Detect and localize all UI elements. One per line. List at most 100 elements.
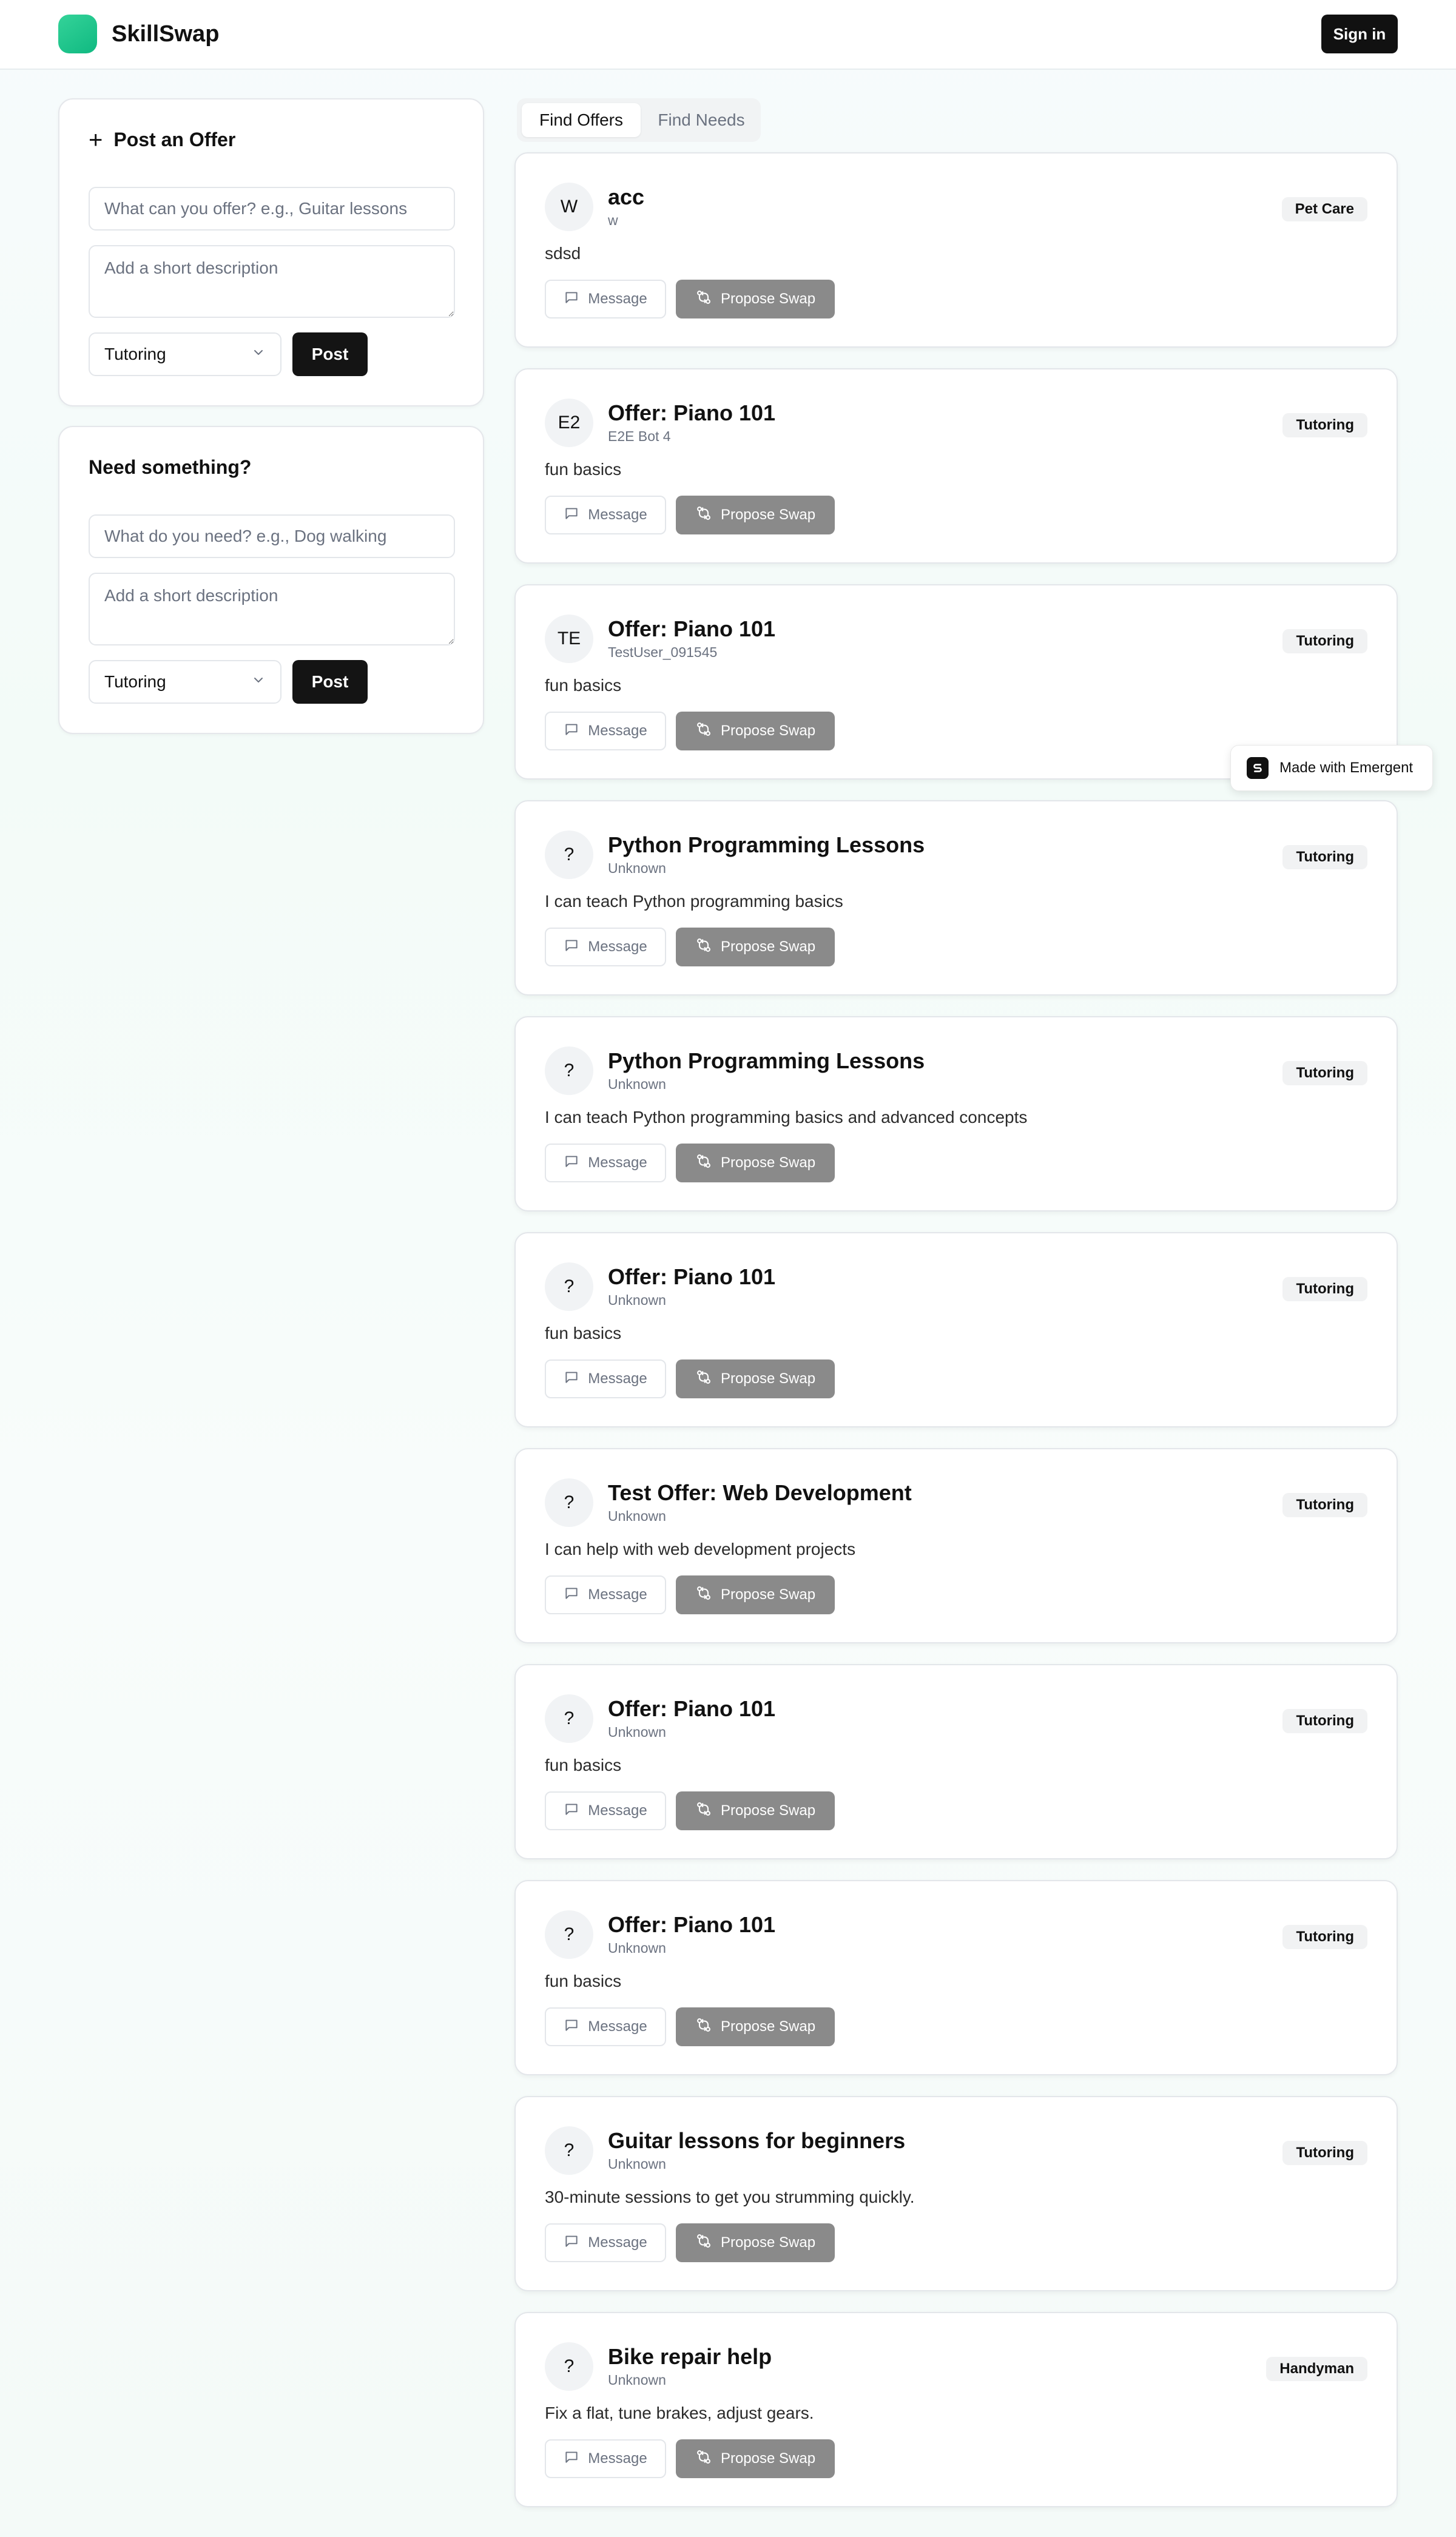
- message-label: Message: [588, 2234, 647, 2251]
- message-label: Message: [588, 2450, 647, 2467]
- made-with-emergent-badge[interactable]: Made with Emergent: [1230, 745, 1433, 791]
- offer-card: ? Offer: Piano 101 Unknown fun basics Tu…: [514, 1880, 1398, 2075]
- offer-description: fun basics: [545, 676, 622, 695]
- message-button[interactable]: Message: [545, 712, 666, 750]
- offer-description: fun basics: [545, 1324, 622, 1343]
- avatar-initials: ?: [564, 1492, 575, 1512]
- message-button[interactable]: Message: [545, 2439, 666, 2478]
- propose-swap-button[interactable]: Propose Swap: [676, 928, 835, 966]
- offer-title: acc: [608, 184, 645, 209]
- message-label: Message: [588, 1154, 647, 1171]
- offer-title: Offer: Piano 101: [608, 1264, 776, 1289]
- sign-in-button[interactable]: Sign in: [1321, 15, 1398, 53]
- propose-swap-button[interactable]: Propose Swap: [676, 2439, 835, 2478]
- avatar: ?: [545, 1478, 593, 1527]
- propose-swap-button[interactable]: Propose Swap: [676, 712, 835, 750]
- swap-icon: [695, 1153, 712, 1174]
- chat-icon: [564, 1801, 579, 1821]
- message-button[interactable]: Message: [545, 2223, 666, 2262]
- message-button[interactable]: Message: [545, 2007, 666, 2046]
- chat-icon: [564, 721, 579, 741]
- offer-card: ? Test Offer: Web Development Unknown I …: [514, 1448, 1398, 1643]
- swap-icon: [695, 2016, 712, 2038]
- chat-icon: [564, 937, 579, 957]
- offer-description-input[interactable]: [89, 245, 455, 318]
- chevron-down-icon: [251, 672, 266, 692]
- message-button[interactable]: Message: [545, 928, 666, 966]
- avatar-initials: ?: [564, 1708, 575, 1728]
- avatar: ?: [545, 1262, 593, 1311]
- propose-swap-button[interactable]: Propose Swap: [676, 1791, 835, 1830]
- post-offer-panel: + Post an Offer Tutoring Post: [58, 98, 484, 406]
- avatar: ?: [545, 1910, 593, 1959]
- propose-swap-label: Propose Swap: [720, 1154, 816, 1171]
- swap-icon: [695, 1585, 712, 1606]
- offer-author: E2E Bot 4: [608, 428, 671, 444]
- message-button[interactable]: Message: [545, 280, 666, 318]
- offer-description: Fix a flat, tune brakes, adjust gears.: [545, 2404, 814, 2422]
- avatar: E2: [545, 399, 593, 447]
- propose-swap-button[interactable]: Propose Swap: [676, 2223, 835, 2262]
- swap-icon: [695, 505, 712, 526]
- offer-title-input[interactable]: [89, 187, 455, 231]
- message-button[interactable]: Message: [545, 1144, 666, 1182]
- avatar-initials: E2: [558, 413, 581, 433]
- app-logo[interactable]: [58, 15, 97, 53]
- offer-post-button[interactable]: Post: [292, 332, 368, 376]
- tab-find-offers[interactable]: Find Offers: [522, 103, 641, 137]
- offer-description: fun basics: [545, 1756, 622, 1774]
- avatar: ?: [545, 2342, 593, 2391]
- offer-title: Test Offer: Web Development: [608, 1480, 912, 1505]
- message-label: Message: [588, 2018, 647, 2035]
- category-badge: Tutoring: [1282, 1709, 1367, 1733]
- need-title-input[interactable]: [89, 514, 455, 558]
- offer-author: Unknown: [608, 1940, 666, 1956]
- offer-title: Guitar lessons for beginners: [608, 2128, 906, 2153]
- need-description-input[interactable]: [89, 573, 455, 645]
- avatar-initials: TE: [557, 628, 581, 649]
- offer-description: I can teach Python programming basics: [545, 892, 843, 911]
- propose-swap-label: Propose Swap: [720, 507, 816, 523]
- offer-author: Unknown: [608, 860, 666, 876]
- category-badge: Tutoring: [1282, 1277, 1367, 1301]
- offer-description: I can help with web development projects: [545, 1540, 856, 1558]
- category-badge: Tutoring: [1282, 1061, 1367, 1085]
- offer-title: Offer: Piano 101: [608, 400, 776, 425]
- need-title: Need something?: [89, 456, 252, 478]
- category-badge: Tutoring: [1282, 629, 1367, 653]
- message-label: Message: [588, 1802, 647, 1819]
- propose-swap-button[interactable]: Propose Swap: [676, 1144, 835, 1182]
- offer-title: Offer: Piano 101: [608, 1912, 776, 1937]
- category-badge: Tutoring: [1282, 2141, 1367, 2165]
- message-button[interactable]: Message: [545, 496, 666, 534]
- message-button[interactable]: Message: [545, 1359, 666, 1398]
- need-heading: Need something?: [89, 456, 251, 479]
- propose-swap-button[interactable]: Propose Swap: [676, 280, 835, 318]
- chevron-down-icon: [251, 345, 266, 364]
- offer-description: I can teach Python programming basics an…: [545, 1108, 1028, 1127]
- need-post-button[interactable]: Post: [292, 660, 368, 704]
- propose-swap-button[interactable]: Propose Swap: [676, 1575, 835, 1614]
- chat-icon: [564, 505, 579, 525]
- message-button[interactable]: Message: [545, 1791, 666, 1830]
- avatar: ?: [545, 1694, 593, 1743]
- tab-find-needs[interactable]: Find Needs: [645, 103, 757, 137]
- offer-title: Bike repair help: [608, 2344, 772, 2369]
- message-label: Message: [588, 291, 647, 307]
- propose-swap-label: Propose Swap: [720, 723, 816, 739]
- category-badge: Pet Care: [1281, 197, 1367, 221]
- avatar-initials: ?: [564, 844, 575, 864]
- avatar-initials: W: [560, 197, 578, 217]
- swap-icon: [695, 1801, 712, 1822]
- need-category-select[interactable]: Tutoring: [89, 660, 281, 704]
- propose-swap-label: Propose Swap: [720, 2234, 816, 2251]
- propose-swap-button[interactable]: Propose Swap: [676, 1359, 835, 1398]
- propose-swap-label: Propose Swap: [720, 938, 816, 955]
- message-button[interactable]: Message: [545, 1575, 666, 1614]
- brand-name: SkillSwap: [112, 21, 220, 47]
- message-label: Message: [588, 723, 647, 739]
- message-label: Message: [588, 1370, 647, 1387]
- propose-swap-button[interactable]: Propose Swap: [676, 2007, 835, 2046]
- propose-swap-button[interactable]: Propose Swap: [676, 496, 835, 534]
- offer-category-select[interactable]: Tutoring: [89, 332, 281, 376]
